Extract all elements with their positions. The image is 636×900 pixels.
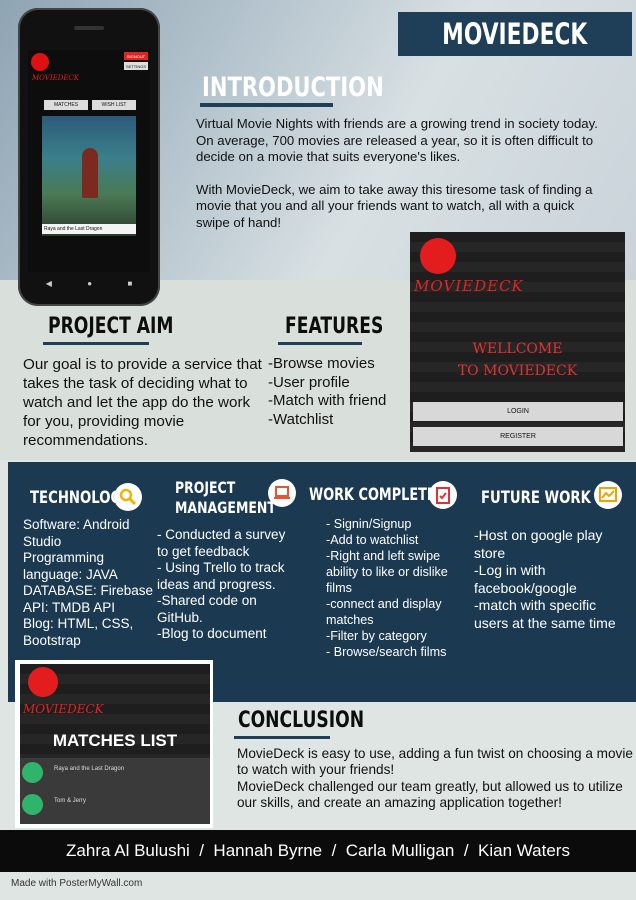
technology-line: Blog: HTML, CSS, Bootstrap	[23, 616, 134, 648]
movie-caption: Raya and the Last Dragon	[42, 224, 136, 234]
welcome-message: WELLCOME TO MOVIEDECK	[410, 338, 625, 382]
credit-text: Made with PosterMyWall.com	[11, 878, 143, 889]
register-button[interactable]: REGISTER	[413, 427, 623, 446]
popcorn-icon	[31, 53, 49, 71]
tab-wishlist[interactable]: WISH LIST	[92, 100, 136, 110]
pm-line: -Blog to document	[157, 626, 267, 641]
technology-line: Software: Android Studio	[23, 517, 130, 549]
feature-item: -Match with friend	[268, 392, 387, 409]
pm-line: - Using Trello to track ideas and progre…	[157, 560, 285, 592]
fw-line: -match with specific users at the same t…	[474, 597, 616, 631]
wc-line: - Browse/search films	[326, 645, 447, 659]
wc-line: -Right and left swipe ability to like or…	[326, 549, 448, 595]
popcorn-icon	[420, 238, 456, 274]
phone-brand: MOVIEDECK	[32, 74, 80, 82]
features-heading: FEATURES	[285, 314, 384, 339]
features-list: -Browse movies -User profile -Match with…	[268, 355, 386, 429]
back-icon[interactable]: ◀	[46, 279, 52, 288]
poster-figure	[82, 148, 98, 198]
signout-button[interactable]: SIGNOUT	[124, 52, 148, 60]
welcome-screenshot: MOVIEDECK WELLCOME TO MOVIEDECK LOGIN RE…	[410, 232, 625, 452]
wc-line: -Filter by category	[326, 629, 427, 643]
welcome-brand: MOVIEDECK	[414, 277, 524, 295]
conclusion-heading: CONCLUSION	[238, 708, 365, 733]
login-button[interactable]: LOGIN	[413, 402, 623, 421]
technology-text: Software: Android Studio Programming lan…	[23, 517, 155, 649]
pm-line: - Conducted a survey to get feedback	[157, 527, 286, 559]
wc-line: -Add to watchlist	[326, 533, 419, 547]
technology-line: DATABASE: Firebase	[23, 583, 154, 598]
authors-text: Zahra Al Bulushi / Hannah Byrne / Carla …	[66, 841, 570, 860]
matches-brand: MOVIEDECK	[23, 702, 104, 716]
phone-screen: MOVIEDECK SIGNOUT SETTINGS MATCHES WISH …	[28, 50, 150, 272]
heading-underline	[234, 736, 330, 739]
heading-line: PROJECT	[175, 478, 236, 497]
conclusion-text: MovieDeck is easy to use, adding a fun t…	[237, 746, 633, 811]
android-icon	[22, 794, 43, 815]
heading-line: MANAGEMENT	[175, 498, 276, 517]
feature-item: -Browse movies	[268, 355, 375, 372]
match-name: Tom & Jerry	[54, 798, 87, 804]
introduction-paragraph: With MovieDeck, we aim to take away this…	[196, 181, 593, 230]
conclusion-paragraph: MovieDeck challenged our team greatly, b…	[237, 778, 623, 810]
feature-item: -User profile	[268, 373, 350, 391]
heading-underline	[278, 342, 362, 345]
pm-line: -Shared code on GitHub.	[157, 593, 257, 625]
clipboard-check-icon	[429, 481, 457, 509]
project-management-text: - Conducted a survey to get feedback - U…	[157, 527, 297, 643]
work-completed-text: - Signin/Signup -Add to watchlist -Right…	[326, 516, 458, 660]
technology-line: Programming language: JAVA	[23, 550, 118, 582]
project-aim-heading: PROJECT AIM	[48, 314, 174, 339]
future-work-text: -Host on google play store -Log in with …	[474, 527, 632, 632]
match-name: Raya and the Last Dragon	[54, 766, 125, 772]
introduction-text: Virtual Movie Nights with friends are a …	[196, 116, 608, 231]
tab-matches[interactable]: MATCHES	[44, 100, 88, 110]
phone-nav-bar: ◀ ● ■	[28, 274, 150, 292]
feature-item: -Watchlist	[268, 410, 334, 428]
heading-underline	[43, 342, 149, 345]
magnifier-icon	[114, 483, 142, 511]
wc-line: -connect and display matches	[326, 597, 442, 627]
android-icon	[22, 762, 43, 783]
conclusion-paragraph: MovieDeck is easy to use, adding a fun t…	[237, 746, 633, 778]
phone-mockup: MOVIEDECK SIGNOUT SETTINGS MATCHES WISH …	[18, 8, 160, 306]
list-item[interactable]: Raya and the Last Dragon	[20, 758, 210, 788]
wc-line: - Signin/Signup	[326, 517, 412, 531]
chart-icon	[594, 481, 622, 509]
technology-line: API: TMDB API	[23, 599, 116, 615]
heading-underline	[200, 103, 333, 107]
matches-list: Raya and the Last Dragon Tom & Jerry	[20, 758, 210, 824]
introduction-heading: INTRODUCTION	[202, 72, 384, 103]
introduction-paragraph: Virtual Movie Nights with friends are a …	[196, 116, 598, 164]
matches-screenshot: MOVIEDECK MATCHES LIST Raya and the Last…	[20, 664, 210, 824]
laptop-icon	[268, 479, 296, 507]
poster-title: MOVIEDECK	[442, 17, 588, 51]
recents-icon[interactable]: ■	[127, 279, 132, 288]
settings-button[interactable]: SETTINGS	[124, 62, 148, 70]
popcorn-icon	[28, 667, 58, 697]
welcome-line: TO MOVIEDECK	[457, 363, 578, 379]
home-icon[interactable]: ●	[87, 279, 92, 288]
welcome-line: WELLCOME	[472, 341, 563, 357]
future-work-heading: FUTURE WORK	[481, 488, 591, 508]
title-banner: MOVIEDECK	[398, 12, 632, 56]
list-item[interactable]: Tom & Jerry	[20, 790, 210, 820]
project-aim-text: Our goal is to provide a service that ta…	[23, 356, 262, 449]
fw-line: -Host on google play store	[474, 527, 603, 561]
matches-title: MATCHES LIST	[52, 731, 178, 750]
authors-bar: Zahra Al Bulushi / Hannah Byrne / Carla …	[0, 830, 636, 872]
phone-speaker	[74, 26, 104, 30]
movie-poster[interactable]	[42, 116, 136, 236]
project-management-heading: PROJECT MANAGEMENT	[175, 478, 276, 518]
fw-line: -Log in with facebook/google	[474, 562, 577, 596]
work-completed-heading: WORK COMPLETED	[309, 485, 447, 504]
